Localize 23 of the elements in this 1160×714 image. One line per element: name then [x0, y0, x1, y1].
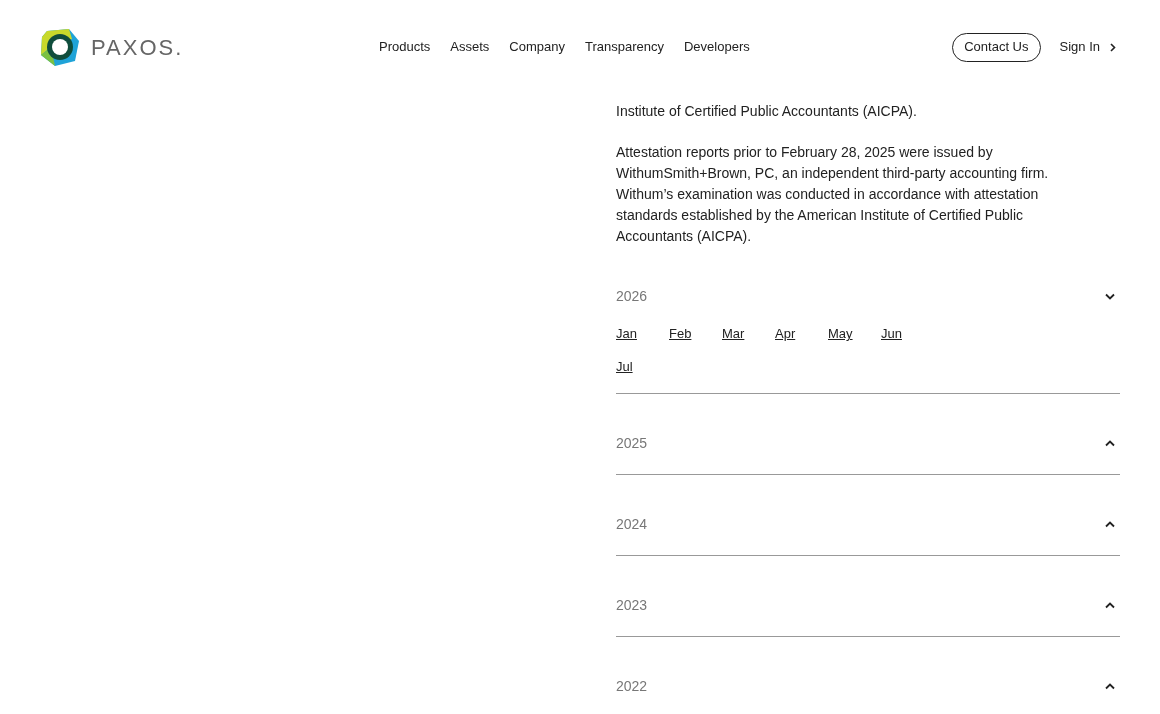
year-header[interactable]: 2025 — [616, 434, 1120, 452]
nav-link[interactable]: Company — [509, 37, 565, 57]
paragraph: Institute of Certified Public Accountants (AICPA). — [616, 102, 918, 121]
year-header[interactable]: 2024 — [616, 515, 1120, 533]
nav-link[interactable]: Assets — [450, 37, 490, 57]
logo-text: PAXOS. — [91, 33, 184, 62]
month-link[interactable]: Feb — [669, 323, 722, 344]
year-header[interactable]: 2022 — [616, 677, 1120, 695]
logo-icon[interactable] — [39, 27, 81, 67]
paragraph: Attestation reports prior to February 28, 2025 were issued by WithumSmith+Brown, PC, an independent third-party accounting firm. Withum’s examination was conducted in accordance with attestation standards established by the American Institute of Certified Public Accountants (AICPA). — [616, 143, 1050, 246]
month-link[interactable]: Apr — [775, 323, 828, 344]
month-link[interactable]: May — [828, 323, 881, 344]
month-link[interactable]: Jul — [616, 356, 669, 377]
nav-link[interactable]: Products — [379, 37, 431, 57]
year-header[interactable]: 2023 — [616, 596, 1120, 614]
nav-link[interactable]: Transparency — [584, 37, 664, 57]
year-header[interactable]: 2026 — [616, 287, 1120, 305]
month-link[interactable]: Mar — [722, 323, 775, 344]
month-link[interactable]: Jan — [616, 323, 669, 344]
nav-link[interactable]: Developers — [683, 37, 750, 57]
sign-in-link[interactable]: Sign In — [1059, 37, 1116, 57]
chevron-right-icon — [1110, 42, 1116, 52]
month-link[interactable]: Jun — [881, 323, 934, 344]
